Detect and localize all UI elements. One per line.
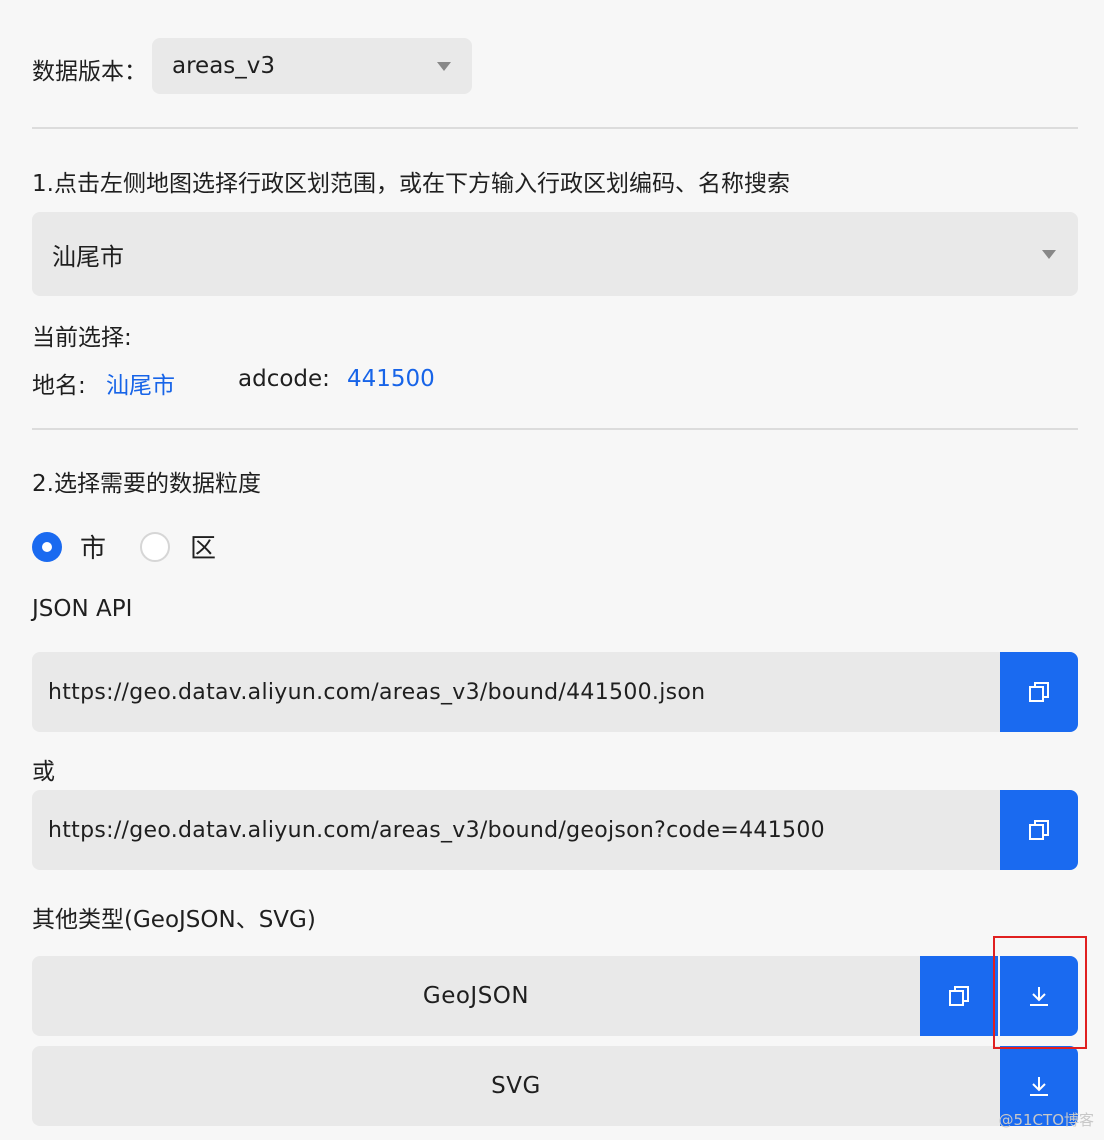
place-name-label: 地名: [32,373,86,399]
version-label: 数据版本： [32,59,147,85]
place-name-value: 汕尾市 [106,373,175,399]
or-label: 或 [32,759,55,785]
geojson-type-item[interactable]: GeoJSON [32,956,920,1036]
version-select[interactable]: areas_v3 [152,38,472,94]
json-api-url-text: https://geo.datav.aliyun.com/areas_v3/bo… [48,679,706,705]
granularity-option-district[interactable]: 区 [140,528,216,565]
chevron-down-icon [1042,250,1056,259]
divider [32,428,1078,430]
radio-checked[interactable] [32,531,62,562]
step1-instruction: 1.点击左侧地图选择行政区划范围，或在下方输入行政区划编码、名称搜索 [32,171,790,197]
geojson-type-label: GeoJSON [422,983,530,1009]
copy-icon [1029,682,1049,702]
download-icon [1030,1077,1048,1096]
svg-type-item[interactable]: SVG [32,1046,1000,1126]
copy-geojson-url-button[interactable] [1000,790,1078,870]
radio-unchecked[interactable] [140,531,170,562]
geojson-url-text: https://geo.datav.aliyun.com/areas_v3/bo… [48,817,825,843]
json-api-label: JSON API [32,596,133,622]
download-geojson-button[interactable] [1000,956,1078,1036]
watermark: @51CTO博客 [998,1111,1094,1129]
radio-label-city: 市 [80,534,107,564]
chevron-down-icon [437,62,451,71]
version-selected-value: areas_v3 [172,53,276,79]
download-icon [1030,987,1048,1006]
region-selected-value: 汕尾市 [52,242,124,271]
geojson-url-field[interactable]: https://geo.datav.aliyun.com/areas_v3/bo… [32,790,1000,870]
radio-label-district: 区 [190,534,217,564]
copy-url-button[interactable] [1000,652,1078,732]
svg-type-label: SVG [491,1073,541,1099]
copy-icon [1029,820,1049,840]
other-types-label: 其他类型(GeoJSON、SVG) [32,907,316,933]
divider [32,127,1078,129]
copy-icon [949,986,969,1006]
copy-geojson-button[interactable] [920,956,998,1036]
current-selection-heading: 当前选择: [32,325,132,351]
json-api-url-field[interactable]: https://geo.datav.aliyun.com/areas_v3/bo… [32,652,1000,732]
step2-instruction: 2.选择需要的数据粒度 [32,471,261,497]
adcode-label: adcode: [238,366,330,392]
region-search-select[interactable]: 汕尾市 [32,212,1078,296]
adcode-value: 441500 [347,366,435,392]
granularity-option-city[interactable]: 市 [32,528,106,565]
